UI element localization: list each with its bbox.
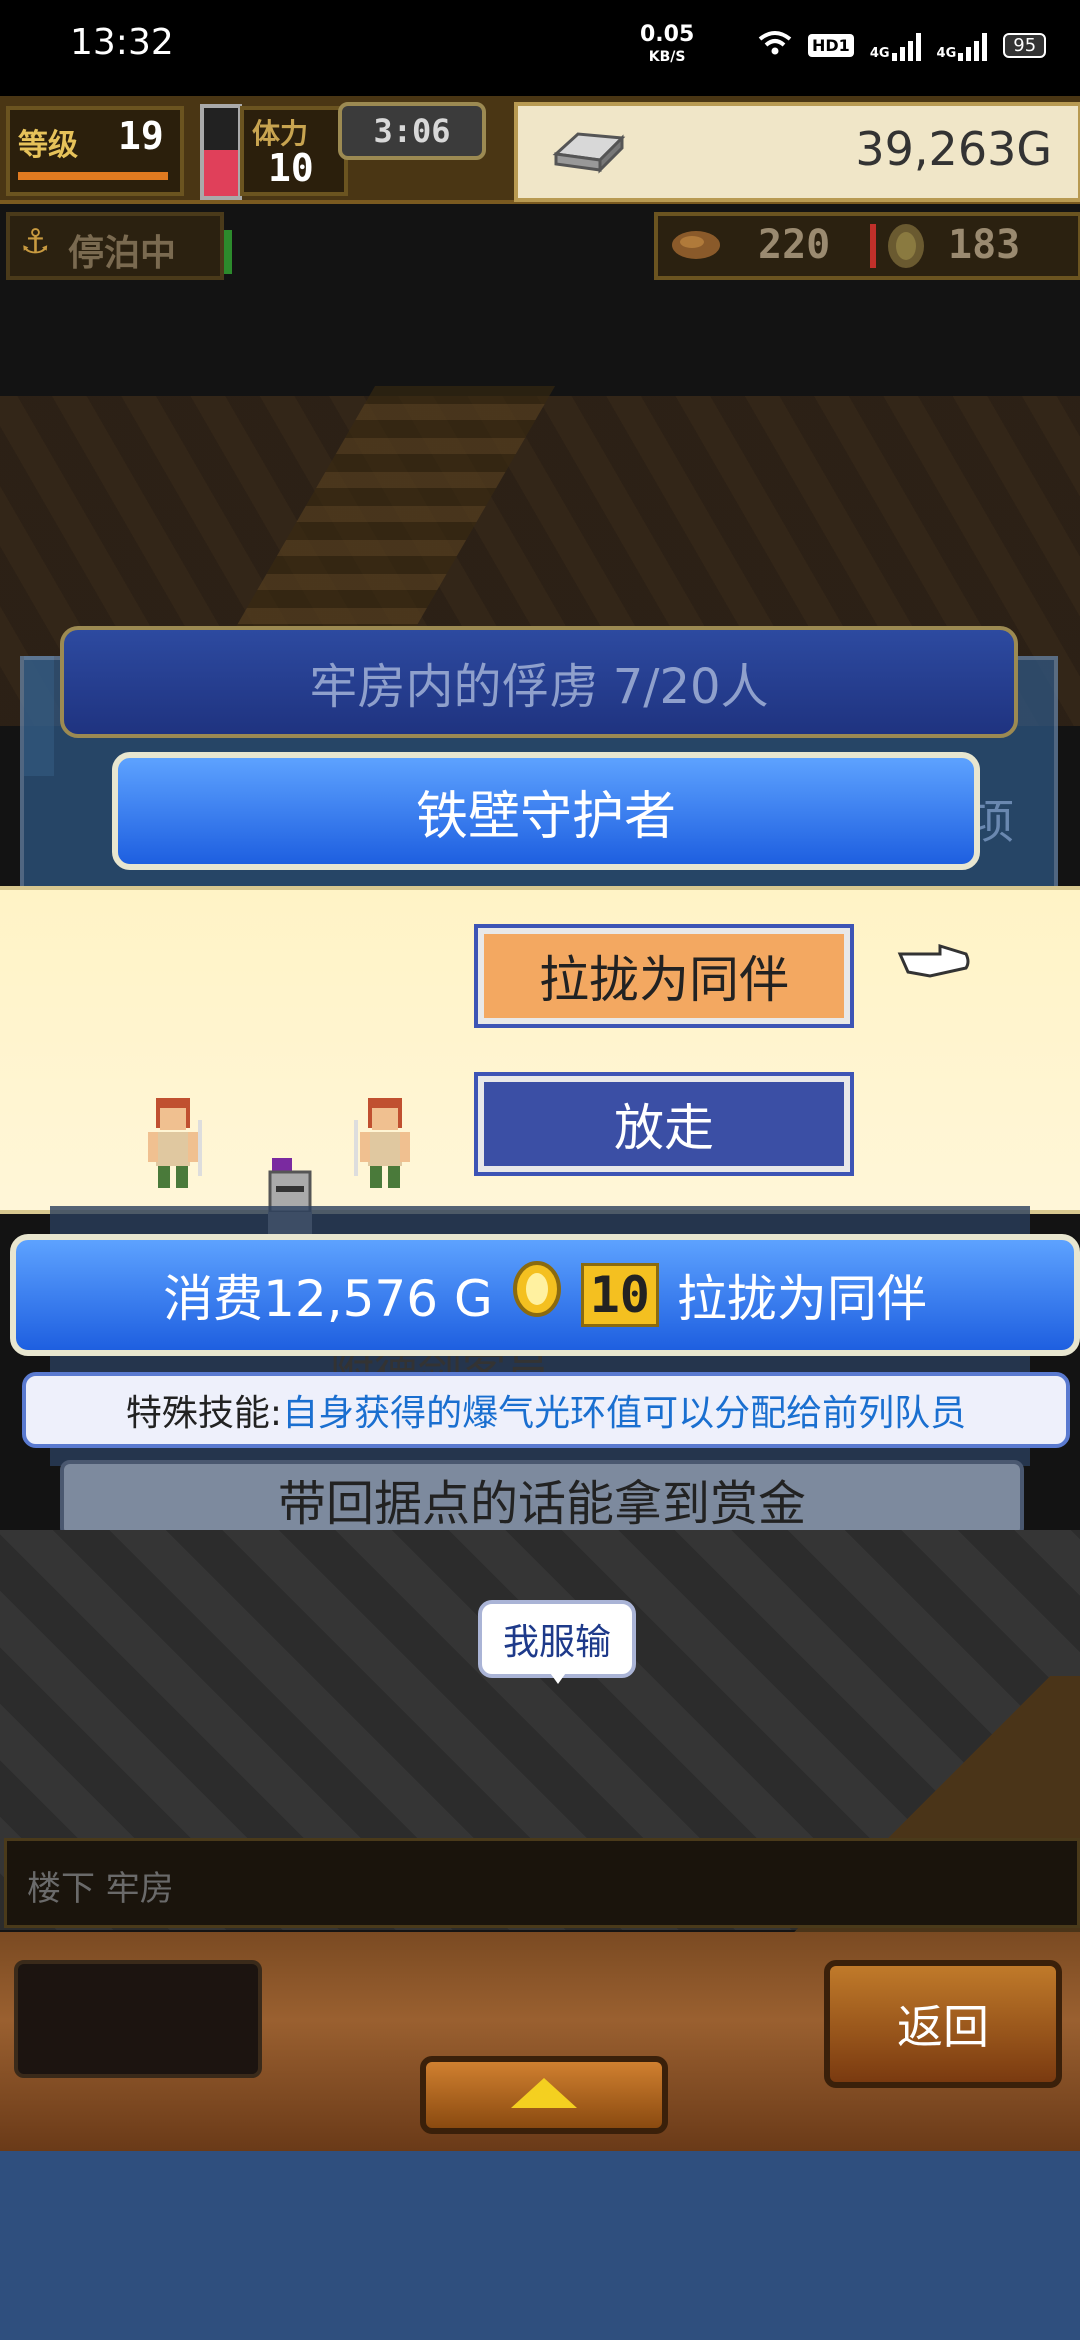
cost-suffix: 拉拢为同伴	[676, 1270, 927, 1328]
anchor-icon: ⚓	[20, 222, 51, 262]
scroll-up-button[interactable]	[420, 2056, 668, 2134]
captive-name: 铁壁守护者	[112, 752, 980, 870]
action-panel: 拉拢为同伴 放走	[0, 886, 1080, 1256]
stamina-timer: 3:06	[338, 102, 486, 160]
cost-recruit-banner[interactable]: 消费12,576 G 10 拉拢为同伴	[10, 1234, 1080, 1356]
status-bar: 13:32 0.05 KB/S HD1 4G 4G 95	[0, 0, 1080, 96]
signal-bars-icon	[891, 31, 921, 61]
hd-badge: HD1	[808, 34, 854, 57]
docked-label: 停泊中	[68, 233, 177, 274]
signal-1: 4G	[870, 31, 921, 61]
gold-amount: 39,263G	[855, 122, 1052, 176]
stamina-value: 10	[268, 146, 314, 190]
stamina-gauge	[200, 104, 242, 200]
food-value: 220	[758, 222, 831, 268]
level-panel: 等级 19	[6, 106, 184, 196]
medal-icon	[884, 220, 928, 276]
status-icons: HD1 4G 4G 95	[758, 30, 1047, 61]
battery-indicator: 95	[1003, 33, 1047, 58]
location-bar: 楼下 牢房	[4, 1838, 1080, 1928]
skill-label: 特殊技能:	[125, 1393, 283, 1434]
clock: 13:32	[70, 22, 174, 63]
divider	[870, 224, 876, 268]
stamina-panel: 体力 10	[240, 106, 348, 196]
release-button[interactable]: 放走	[474, 1072, 854, 1176]
skill-text: 自身获得的爆气光环值可以分配给前列队员	[282, 1393, 967, 1434]
stamina-fill	[204, 150, 238, 196]
exp-bar	[18, 172, 168, 180]
medal-value: 183	[948, 222, 1021, 268]
location-text: 楼下 牢房	[27, 1869, 174, 1909]
swordsman-left-icon	[128, 1090, 218, 1204]
signal-indicator	[224, 230, 232, 274]
resource-panel: 220 183	[654, 212, 1080, 280]
medal-coin-icon	[511, 1260, 563, 1330]
speech-bubble-tail	[548, 1670, 568, 1684]
level-value: 19	[118, 114, 164, 158]
signal-bars-icon	[958, 31, 988, 61]
empty-slot[interactable]	[14, 1960, 262, 2078]
back-button[interactable]: 返回	[824, 1960, 1062, 2088]
swordsman-right-icon	[340, 1090, 430, 1204]
signal-1-label: 4G	[869, 45, 890, 61]
skill-line: 特殊技能: 自身获得的爆气光环值可以分配给前列队员	[22, 1372, 1070, 1448]
gold-bar-icon	[548, 124, 628, 182]
net-speed-unit: KB/S	[648, 49, 686, 65]
signal-2: 4G	[937, 31, 988, 61]
docked-badge: ⚓ 停泊中	[6, 212, 224, 280]
wifi-icon	[758, 30, 792, 61]
reward-text: 带回据点的话能拿到赏金	[60, 1460, 1024, 1538]
game-view[interactable]: 等级 19 体力 10 3:06 39,263G ⚓ 停泊中 220 183 项…	[0, 96, 1080, 2151]
cost-prefix: 消费12,576 G	[163, 1270, 493, 1328]
gold-panel: 39,263G	[514, 102, 1080, 202]
bottom-console: 返回	[0, 1932, 1080, 2151]
signal-2-label: 4G	[936, 45, 957, 61]
recruit-button[interactable]: 拉拢为同伴	[474, 924, 854, 1028]
pointing-hand-icon	[896, 936, 972, 986]
net-speed: 0.05 KB/S	[640, 24, 694, 68]
net-speed-value: 0.05	[640, 22, 695, 47]
level-label: 等级	[18, 128, 78, 163]
up-arrow-icon	[509, 2076, 579, 2114]
food-icon	[666, 226, 726, 268]
speech-bubble: 我服输	[478, 1600, 636, 1678]
dialog-title: 牢房内的俘虏 7/20人	[60, 626, 1018, 738]
cost-medal: 10	[580, 1263, 659, 1327]
